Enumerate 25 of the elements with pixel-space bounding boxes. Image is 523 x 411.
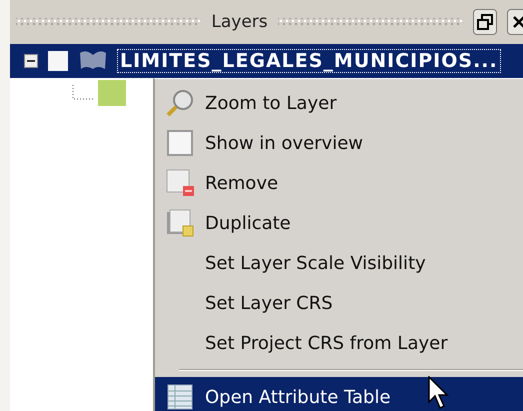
menu-item[interactable]: Set Layer CRS xyxy=(155,283,523,323)
float-button[interactable] xyxy=(473,9,498,35)
magnifier-icon xyxy=(165,88,195,118)
menu-item[interactable]: Zoom to Layer xyxy=(155,83,523,123)
symbol-swatch xyxy=(98,80,126,106)
menu-item[interactable]: Set Layer Scale Visibility xyxy=(155,243,523,283)
collapse-button[interactable] xyxy=(24,54,38,68)
panel-title: Layers xyxy=(211,12,268,32)
checkbox[interactable] xyxy=(167,130,193,156)
grip-handle[interactable] xyxy=(16,18,202,26)
tree-connector-icon xyxy=(72,85,94,101)
restore-windows-icon xyxy=(477,14,494,30)
layer-name: LIMITES_LEGALES_MUNICIPIOS... xyxy=(118,50,500,72)
menu-item[interactable]: Open Attribute Table xyxy=(155,377,523,411)
menu-item[interactable]: Duplicate xyxy=(155,203,523,243)
menu-item[interactable]: Remove xyxy=(155,163,523,203)
visibility-checkbox[interactable] xyxy=(48,51,68,71)
table-icon xyxy=(167,384,193,410)
menu-item[interactable]: Set Project CRS from Layer xyxy=(155,323,523,363)
grip-handle[interactable] xyxy=(278,18,464,26)
menu-item[interactable]: Show in overview xyxy=(155,123,523,163)
remove-layer-icon xyxy=(165,168,195,198)
close-icon xyxy=(512,15,523,29)
duplicate-layer-icon xyxy=(165,208,195,238)
layer-row[interactable]: LIMITES_LEGALES_MUNICIPIOS... xyxy=(10,44,523,78)
